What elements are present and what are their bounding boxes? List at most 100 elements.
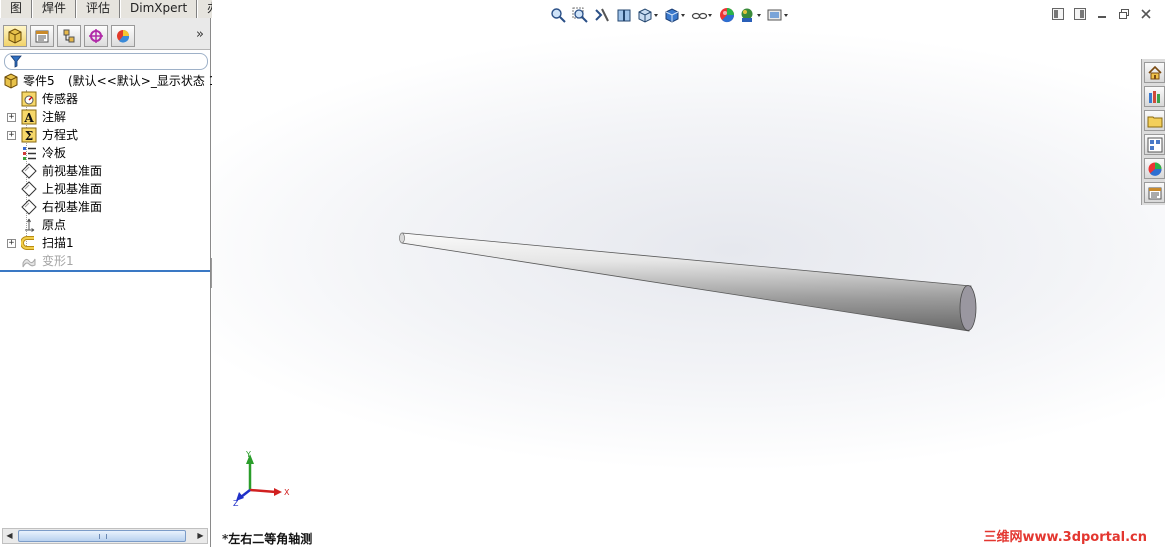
filter-icon	[10, 55, 22, 68]
origin-icon	[25, 218, 35, 232]
close-button[interactable]	[1137, 6, 1155, 21]
tab-drawing[interactable]: 图	[0, 0, 33, 18]
home-icon	[1147, 65, 1162, 79]
tree-item-label: 注解	[42, 110, 67, 124]
apply-scene-button[interactable]	[739, 6, 763, 23]
tree-item-label: 前视基准面	[42, 164, 103, 178]
tree-item-label: 原点	[42, 218, 67, 232]
tree-item-top-plane[interactable]: 上视基准面	[0, 180, 210, 198]
view-orientation-button[interactable]	[636, 6, 660, 23]
rollback-bar[interactable]	[0, 270, 210, 272]
tab-evaluate[interactable]: 评估	[76, 0, 121, 18]
tree-item-origin[interactable]: 原点	[0, 216, 210, 234]
task-pane-appearances[interactable]	[1144, 158, 1165, 179]
tree-item-label: 扫描1	[42, 236, 74, 250]
scroll-grip	[99, 534, 107, 539]
triad-z-label: Z	[233, 499, 239, 508]
restore-icon	[1119, 8, 1129, 19]
tree-item-label: 冷板	[42, 146, 67, 160]
sweep-icon	[21, 236, 34, 250]
plane-icon	[21, 199, 37, 215]
tile-left-button[interactable]	[1049, 6, 1067, 21]
design-library-icon	[1148, 90, 1160, 103]
tapered-rod-model[interactable]	[212, 0, 1165, 547]
tree-item-sweep[interactable]: + 扫描1	[0, 234, 210, 252]
scroll-right-icon[interactable]: ▶	[194, 530, 207, 542]
plane-icon	[21, 181, 37, 197]
svg-text:A: A	[23, 111, 34, 125]
tile-right-icon	[1074, 7, 1086, 20]
tree-item-equations[interactable]: + Σ 方程式	[0, 126, 210, 144]
graphics-viewport[interactable]: Y X Z *左右二等角轴测 三维网www.3dportal.cn	[212, 0, 1165, 547]
tree-item-label: 方程式	[42, 128, 79, 142]
tree-item-deform[interactable]: 变形1	[0, 252, 210, 270]
scroll-thumb[interactable]	[18, 530, 186, 542]
expand-panel-button[interactable]: »	[196, 27, 204, 42]
tree-item-label: 右视基准面	[42, 200, 103, 214]
tree-item-label: 上视基准面	[42, 182, 103, 196]
tree-item-right-plane[interactable]: 右视基准面	[0, 198, 210, 216]
annotation-icon: A	[21, 109, 37, 125]
task-pane-file-explorer[interactable]	[1144, 110, 1165, 131]
featuremanager-tab[interactable]	[3, 25, 27, 47]
apply-scene-icon	[741, 8, 761, 22]
task-pane-custom-properties[interactable]	[1144, 182, 1165, 203]
watermark: 三维网www.3dportal.cn	[983, 530, 1147, 545]
view-settings-button[interactable]	[766, 6, 790, 23]
expand-icon[interactable]: +	[7, 131, 16, 140]
display-style-button[interactable]	[663, 6, 687, 23]
previous-view-button[interactable]	[592, 6, 611, 23]
zoom-area-button[interactable]	[570, 6, 589, 23]
section-view-button[interactable]	[614, 6, 633, 23]
configurationmanager-tab[interactable]	[57, 25, 81, 47]
horizontal-scrollbar[interactable]: ◀ ▶	[2, 528, 208, 544]
tree-item-label: 传感器	[42, 92, 79, 106]
hide-show-button[interactable]	[690, 6, 714, 23]
tile-left-icon	[1052, 7, 1064, 20]
deform-icon	[22, 258, 36, 268]
svg-text:Σ: Σ	[25, 129, 33, 143]
task-pane-design-library[interactable]	[1144, 86, 1165, 107]
expand-icon[interactable]: +	[7, 113, 16, 122]
zoom-to-fit-icon	[550, 7, 566, 23]
reference-triad: Y X Z	[233, 450, 290, 508]
file-explorer-icon	[1147, 116, 1162, 127]
edit-appearance-icon	[719, 7, 734, 22]
tree-item-label: 变形1	[42, 254, 74, 268]
tab-weldments[interactable]: 焊件	[32, 0, 77, 18]
zoom-area-icon	[572, 7, 588, 23]
part-icon	[4, 73, 18, 89]
tree-item-front-plane[interactable]: 前视基准面	[0, 162, 210, 180]
propertymanager-tab-icon	[35, 30, 49, 43]
hide-show-icon	[691, 12, 712, 19]
tab-dimxpert[interactable]: DimXpert	[120, 0, 198, 18]
restore-button[interactable]	[1115, 6, 1133, 21]
triad-x-axis	[249, 488, 277, 494]
section-view-icon	[617, 9, 630, 21]
tree-root-part[interactable]: 零件5 (默认<<默认>_显示状态 1>	[0, 72, 226, 90]
tile-right-button[interactable]	[1071, 6, 1089, 21]
dimxpertmanager-tab[interactable]	[84, 25, 108, 47]
edit-appearance-button[interactable]	[717, 6, 736, 23]
task-pane-view-palette[interactable]	[1144, 134, 1165, 155]
minimize-icon	[1098, 15, 1106, 18]
triad-x-label: X	[284, 488, 290, 497]
minimize-button[interactable]	[1093, 6, 1111, 21]
scroll-left-icon[interactable]: ◀	[3, 530, 16, 542]
tree-item-sensors[interactable]: 传感器	[0, 90, 210, 108]
panel-tabs: »	[0, 18, 210, 50]
task-pane-home[interactable]	[1144, 62, 1165, 83]
view-orientation-icon	[638, 7, 658, 23]
part-name: 零件5	[23, 74, 55, 88]
tree-item-annotations[interactable]: + A 注解	[0, 108, 210, 126]
expand-icon[interactable]: +	[7, 239, 16, 248]
feature-filter-input[interactable]	[4, 53, 208, 70]
view-palette-icon	[1147, 137, 1162, 152]
zoom-to-fit-button[interactable]	[548, 6, 567, 23]
propertymanager-tab[interactable]	[30, 25, 54, 47]
featuremanager-tab-icon	[8, 28, 22, 44]
tree-item-material[interactable]: 冷板	[0, 144, 210, 162]
displaymanager-tab-icon	[117, 30, 130, 43]
previous-view-icon	[594, 8, 609, 21]
displaymanager-tab[interactable]	[111, 25, 135, 47]
